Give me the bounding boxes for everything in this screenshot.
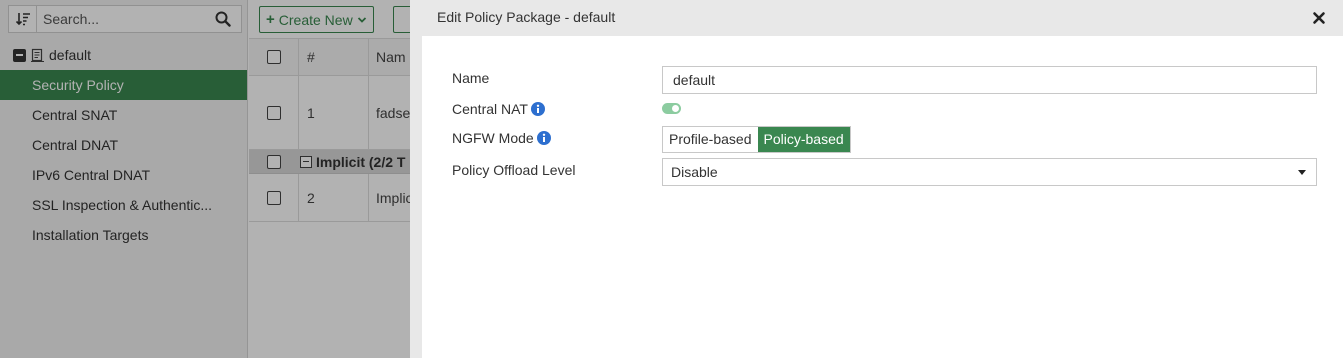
edit-policy-package-dialog: Edit Policy Package - default Name Centr… <box>410 0 1343 358</box>
offload-level-row: Policy Offload Level Disable <box>452 158 1318 188</box>
offload-level-label: Policy Offload Level <box>452 162 576 178</box>
central-nat-toggle[interactable] <box>662 103 681 114</box>
central-nat-row: Central NAT <box>452 94 1318 124</box>
name-label: Name <box>452 70 490 86</box>
close-icon[interactable] <box>1312 11 1326 25</box>
dialog-header: Edit Policy Package - default <box>410 0 1343 36</box>
caret-down-icon <box>1298 170 1306 175</box>
offload-level-value: Disable <box>671 164 718 180</box>
info-icon[interactable] <box>536 131 551 145</box>
policy-package-form: Name Central NAT NGFW Mode <box>452 66 1318 188</box>
profile-based-option[interactable]: Profile-based <box>663 127 758 152</box>
offload-level-select[interactable]: Disable <box>662 158 1317 186</box>
name-field[interactable] <box>662 66 1317 94</box>
central-nat-label: Central NAT <box>452 101 528 117</box>
central-nat-label-group: Central NAT <box>452 101 545 117</box>
ngfw-mode-row: NGFW Mode Profile-based Policy-based <box>452 124 1318 158</box>
info-icon[interactable] <box>530 102 545 116</box>
ngfw-mode-label: NGFW Mode <box>452 130 534 146</box>
dialog-title: Edit Policy Package - default <box>437 9 616 25</box>
ngfw-mode-selector: Profile-based Policy-based <box>662 126 851 153</box>
ngfw-mode-label-group: NGFW Mode <box>452 130 551 146</box>
name-row: Name <box>452 66 1318 94</box>
policy-based-option[interactable]: Policy-based <box>757 127 850 152</box>
dialog-side-stripe <box>410 36 422 358</box>
